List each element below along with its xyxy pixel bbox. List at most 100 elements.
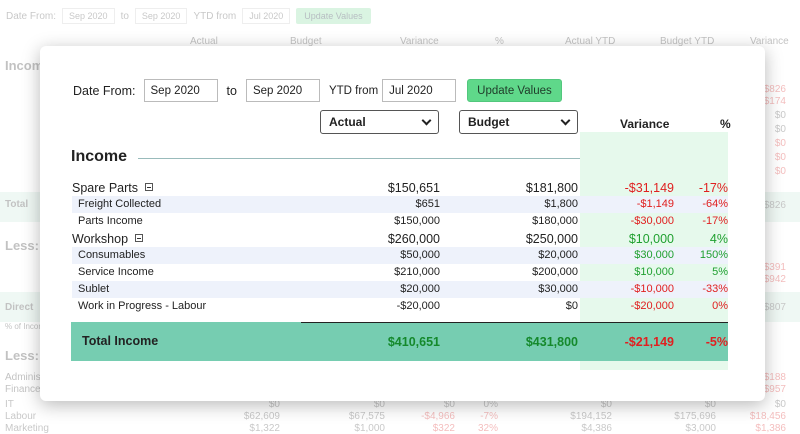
actual-select-value: Actual xyxy=(329,115,366,129)
table-row: Spare Parts $150,651 $181,800 -$31,149 -… xyxy=(72,179,728,196)
bg-row-value: $18,456 xyxy=(749,411,786,422)
table-row: Work in Progress - Labour -$20,000 $0 -$… xyxy=(72,298,728,315)
bg-date-to: Sep 2020 xyxy=(134,8,188,24)
bg-row-value: -$4,966 xyxy=(421,411,455,422)
bg-date-from-label: Date From: xyxy=(6,10,57,22)
total-label: Total Income xyxy=(82,334,159,348)
bg-right-value: $188 xyxy=(763,372,786,383)
variance-column-header: Variance xyxy=(620,117,670,131)
row-budget: $180,000 xyxy=(532,215,578,227)
bg-row-value: $4,386 xyxy=(581,423,612,434)
row-actual: -$20,000 xyxy=(396,300,440,312)
bg-row-value: $194,152 xyxy=(570,411,612,422)
bg-row-value: $322 xyxy=(432,423,455,434)
total-income-row: Total Income $410,651 $431,800 -$21,149 … xyxy=(71,322,728,361)
chevron-down-icon xyxy=(421,115,432,125)
bg-date-from: Sep 2020 xyxy=(62,8,115,24)
bg-ytd-from: Jul 2020 xyxy=(242,8,291,24)
row-label: Service Income xyxy=(78,266,154,278)
date-from-input[interactable] xyxy=(143,79,218,102)
bg-right-value: $0 xyxy=(774,110,786,121)
income-detail-modal: Date From: to YTD from Update Values Act… xyxy=(40,46,765,401)
row-pct: 0% xyxy=(712,300,728,312)
bg-row-value: -7% xyxy=(480,411,498,422)
bg-right-value: $807 xyxy=(763,302,786,313)
percent-column-header: % xyxy=(720,117,731,131)
row-actual: $50,000 xyxy=(400,249,440,261)
total-variance: -$21,149 xyxy=(624,335,674,349)
date-to-input[interactable] xyxy=(245,79,320,102)
ytd-from-label: YTD from xyxy=(328,84,379,97)
row-label: Spare Parts xyxy=(72,181,154,195)
bg-row-value: $62,609 xyxy=(243,411,280,422)
table-row: Service Income $210,000 $200,000 $10,000… xyxy=(72,264,728,281)
bg-right-value: $0 xyxy=(774,138,786,149)
total-divider xyxy=(301,322,728,323)
bg-row-value: $3,000 xyxy=(685,423,716,434)
row-label-text: Spare Parts xyxy=(72,181,139,195)
row-variance: $10,000 xyxy=(628,232,674,246)
bg-to-label: to xyxy=(120,10,129,22)
bg-row-value: $1,386 xyxy=(755,423,786,434)
bg-total-label: Total xyxy=(5,199,29,210)
bg-finance-label: Finance xyxy=(5,384,41,395)
row-actual: $210,000 xyxy=(394,266,440,278)
bg-row-label: IT xyxy=(5,399,14,410)
collapse-icon[interactable] xyxy=(135,234,144,242)
row-budget: $20,000 xyxy=(538,249,578,261)
bg-right-value: $0 xyxy=(774,166,786,177)
row-budget: $200,000 xyxy=(532,266,578,278)
row-variance: -$31,149 xyxy=(624,181,674,195)
row-budget: $181,800 xyxy=(525,181,578,195)
to-label: to xyxy=(226,83,237,98)
table-row: Consumables $50,000 $20,000 $30,000 150% xyxy=(72,247,728,264)
bg-right-value: $826 xyxy=(763,84,786,95)
bg-right-value: $942 xyxy=(763,274,786,285)
row-variance: -$10,000 xyxy=(630,283,674,295)
row-variance: -$20,000 xyxy=(630,300,674,312)
date-toolbar: Date From: to YTD from Update Values xyxy=(73,79,562,102)
collapse-icon[interactable] xyxy=(145,183,154,191)
bg-section-less-1: Less: xyxy=(5,238,39,253)
row-pct: -64% xyxy=(702,198,728,210)
ytd-from-input[interactable] xyxy=(382,79,457,102)
row-pct: -17% xyxy=(698,181,728,195)
row-pct: 150% xyxy=(699,249,728,261)
total-budget: $431,800 xyxy=(525,335,578,349)
actual-select[interactable]: Actual xyxy=(320,110,439,134)
bg-ytd-label: YTD from xyxy=(193,10,237,22)
bg-update-button: Update Values xyxy=(296,8,371,24)
row-label: Parts Income xyxy=(78,215,143,227)
bg-right-value: $957 xyxy=(763,384,786,395)
row-pct: -33% xyxy=(702,283,728,295)
bg-row-value: $67,575 xyxy=(348,411,385,422)
section-divider xyxy=(138,158,580,159)
bg-row-label: Labour xyxy=(5,411,37,422)
bg-row-marketing: Marketing $1,322 $1,000 $322 32% $4,386 … xyxy=(0,423,800,434)
bg-direct-label: Direct xyxy=(5,302,34,313)
row-pct: -17% xyxy=(702,215,728,227)
section-title: Income xyxy=(71,148,128,165)
table-row: Sublet $20,000 $30,000 -$10,000 -33% xyxy=(72,281,728,298)
row-actual: $150,000 xyxy=(394,215,440,227)
chevron-down-icon xyxy=(560,115,571,125)
row-budget: $250,000 xyxy=(525,232,578,246)
budget-select[interactable]: Budget xyxy=(459,110,578,134)
bg-row-value: 32% xyxy=(477,423,498,434)
update-values-button[interactable]: Update Values xyxy=(467,79,562,102)
bg-right-value: $0 xyxy=(774,124,786,135)
row-label: Consumables xyxy=(78,249,146,261)
row-budget: $0 xyxy=(565,300,578,312)
bg-row-value: $1,000 xyxy=(354,423,385,434)
row-actual: $20,000 xyxy=(400,283,440,295)
bg-row-value: $0 xyxy=(774,399,786,410)
bg-row-value: $175,696 xyxy=(674,411,716,422)
row-pct: 5% xyxy=(712,266,728,278)
table-row: Workshop $260,000 $250,000 $10,000 4% xyxy=(72,230,728,247)
bg-section-less-2: Less: xyxy=(5,348,39,363)
row-budget: $30,000 xyxy=(538,283,578,295)
row-variance: $10,000 xyxy=(634,266,674,278)
bg-right-value: $391 xyxy=(763,262,786,273)
total-actual: $410,651 xyxy=(387,335,440,349)
total-pct: -5% xyxy=(705,335,728,349)
